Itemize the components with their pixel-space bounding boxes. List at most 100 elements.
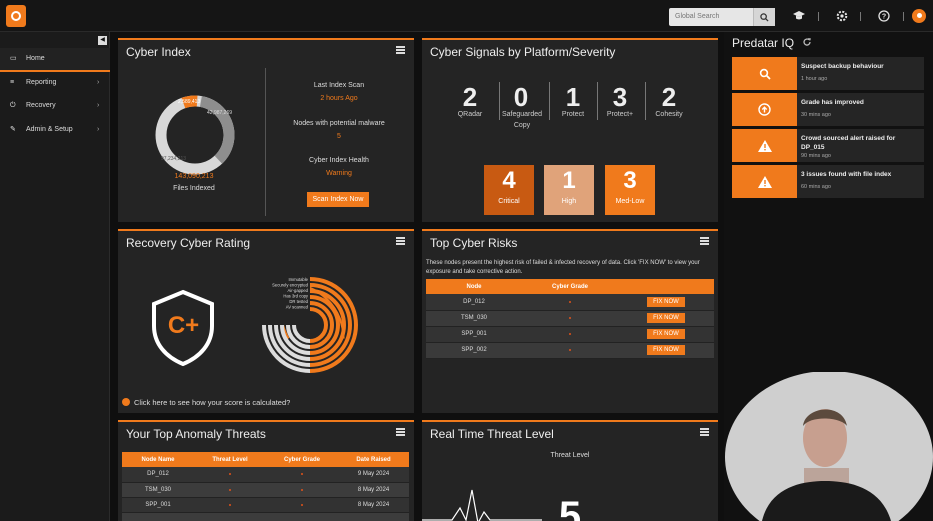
severity-label: High xyxy=(561,198,577,205)
iq-card[interactable]: Grade has improved 30 mins ago xyxy=(732,93,924,126)
node-cell: TSM_030 xyxy=(426,310,522,327)
threat-level-subtitle: Threat Level xyxy=(550,452,590,459)
last-scan-label: Last Index Scan xyxy=(313,82,365,89)
donut-label: 2,589,413 xyxy=(178,99,200,105)
gear-icon[interactable] xyxy=(836,10,848,22)
ring-label: DR tested xyxy=(289,299,308,304)
signal-label: QRadar xyxy=(457,111,483,118)
graduation-cap-icon[interactable] xyxy=(793,10,805,22)
menu-icon[interactable] xyxy=(396,237,405,245)
divider xyxy=(265,68,266,216)
grade-indicator xyxy=(569,300,571,303)
panel-title: Your Top Anomaly Threats xyxy=(126,427,266,441)
grade-indicator xyxy=(301,473,303,476)
ring-label: Immutable xyxy=(288,277,308,282)
menu-icon[interactable] xyxy=(396,428,405,436)
date-cell: 8 May 2024 xyxy=(338,482,409,498)
malware-count: 5 xyxy=(337,133,341,140)
search-icon xyxy=(760,12,769,22)
health-value: Warning xyxy=(326,170,352,177)
iq-card[interactable]: Crowd sourced alert raised for DP_015 90… xyxy=(732,129,924,162)
fix-now-button[interactable]: FIX NOW xyxy=(647,313,685,323)
sidebar: ◀ ▭ Home ≡ Reporting › ⏻ Recovery › ✎ Ad… xyxy=(0,32,110,521)
date-cell: 8 May 2024 xyxy=(338,497,409,513)
table-row: DP_012 9 May 2024 xyxy=(122,467,409,483)
collapse-sidebar-button[interactable]: ◀ xyxy=(98,36,107,45)
search-button[interactable] xyxy=(753,8,775,26)
sidebar-item-label: Recovery xyxy=(26,102,56,109)
column-header: Threat Level xyxy=(194,452,266,467)
column-header: Date Raised xyxy=(338,452,409,467)
severity-critical-tile[interactable]: 4 Critical xyxy=(484,165,534,215)
donut-label: 42,987,269 xyxy=(207,110,232,116)
severity-high-tile[interactable]: 1 High xyxy=(544,165,594,215)
iq-card-time: 30 mins ago xyxy=(801,112,831,118)
toolbar-divider xyxy=(818,12,819,21)
threat-level-panel: Real Time Threat Level Threat Level 5 xyxy=(422,420,718,521)
toolbar-divider xyxy=(860,12,861,21)
severity-med-low-tile[interactable]: 3 Med-Low xyxy=(605,165,655,215)
rating-rings-chart: Immutable Securely encrypted Air-gapped … xyxy=(250,267,358,373)
threat-indicator xyxy=(229,473,231,476)
top-bar: Global Search ? xyxy=(0,0,933,32)
warning-icon xyxy=(732,129,797,162)
scan-index-now-button[interactable]: Scan Index Now xyxy=(307,192,369,207)
signal-label: Protect+ xyxy=(606,111,634,118)
node-cell: SPP_002 xyxy=(426,342,522,359)
fix-now-button[interactable]: FIX NOW xyxy=(647,296,685,307)
menu-icon[interactable] xyxy=(700,428,709,436)
recovery-cyber-rating-panel: Recovery Cyber Rating C+ Immutable Secur… xyxy=(118,229,414,413)
toolbar-divider xyxy=(903,12,904,21)
sidebar-item-label: Home xyxy=(26,55,45,62)
warning-icon xyxy=(732,165,797,198)
iq-card-title: Grade has improved xyxy=(801,99,864,106)
grade-indicator xyxy=(569,333,571,335)
node-cell: DP_012 xyxy=(426,294,522,311)
grade-indicator xyxy=(569,317,571,319)
column-header: Node Name xyxy=(122,452,194,467)
panel-title: Recovery Cyber Rating xyxy=(126,236,251,250)
signal-label: Cohesity xyxy=(655,111,683,118)
panel-title: Cyber Index xyxy=(126,45,191,59)
sidebar-item-reporting[interactable]: ≡ Reporting › xyxy=(0,72,110,94)
menu-icon[interactable] xyxy=(396,46,405,54)
sidebar-item-home[interactable]: ▭ Home xyxy=(0,48,110,72)
ring-label: Has 3rd copy xyxy=(283,294,309,299)
score-calculation-link[interactable]: Click here to see how your score is calc… xyxy=(134,398,290,407)
node-cell: TSM_030 xyxy=(122,482,194,498)
chevron-right-icon: › xyxy=(97,79,100,86)
table-row: SPP_001 FIX NOW xyxy=(426,326,714,343)
panel-title: Top Cyber Risks xyxy=(430,236,518,250)
refresh-icon[interactable] xyxy=(802,37,812,47)
iq-card[interactable]: Suspect backup behaviour 1 hour ago xyxy=(732,57,924,90)
table-row: SPP_001 8 May 2024 xyxy=(122,497,409,513)
global-search-input[interactable]: Global Search xyxy=(669,8,775,26)
report-icon: ≡ xyxy=(10,79,15,86)
ring-label: Securely encrypted xyxy=(272,283,309,288)
search-icon xyxy=(732,57,797,90)
power-icon: ⏻ xyxy=(10,102,16,109)
signal-label: Safeguarded Copy xyxy=(501,111,543,129)
anomaly-table: Node Name Threat Level Cyber Grade Date … xyxy=(122,452,409,521)
iq-card[interactable]: 3 issues found with file index 60 mins a… xyxy=(732,165,924,198)
chevron-right-icon: › xyxy=(97,126,100,133)
date-cell: 9 May 2024 xyxy=(338,467,409,483)
presenter-video xyxy=(725,372,933,521)
user-avatar[interactable] xyxy=(912,9,926,23)
severity-label: Critical xyxy=(498,198,520,205)
table-row: TSM_030 FIX NOW xyxy=(426,310,714,327)
top-cyber-risks-panel: Top Cyber Risks These nodes present the … xyxy=(422,229,718,413)
panel-title: Predatar IQ xyxy=(732,36,795,50)
predatar-logo[interactable] xyxy=(6,5,26,27)
chevron-right-icon: › xyxy=(97,102,100,109)
help-icon[interactable]: ? xyxy=(878,10,890,22)
sidebar-item-admin-setup[interactable]: ✎ Admin & Setup › xyxy=(0,119,110,141)
panel-title: Cyber Signals by Platform/Severity xyxy=(430,45,616,59)
node-cell: SPP_001 xyxy=(122,497,194,513)
menu-icon[interactable] xyxy=(700,237,709,245)
iq-card-time: 60 mins ago xyxy=(801,184,831,190)
fix-now-button[interactable]: FIX NOW xyxy=(647,329,685,339)
sidebar-item-recovery[interactable]: ⏻ Recovery › xyxy=(0,95,110,117)
fix-now-button[interactable]: FIX NOW xyxy=(647,345,685,355)
table-row: TSM_030 8 May 2024 xyxy=(122,482,409,498)
